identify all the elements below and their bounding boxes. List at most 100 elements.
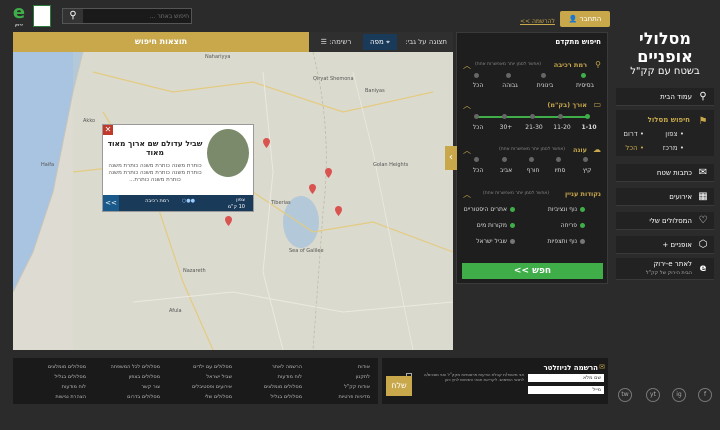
point-israel-trail[interactable]: שביל ישראל (476, 238, 515, 245)
popup-more-button[interactable]: >> (103, 195, 119, 211)
footer-link[interactable]: מדיניות פרטיות (338, 394, 370, 400)
menu-favorites[interactable]: ♡ המסלולים שלי (616, 212, 714, 230)
difficulty-high[interactable] (506, 73, 511, 78)
length-all[interactable] (474, 114, 479, 119)
footer-link[interactable]: צור קשר (141, 384, 160, 390)
length-header[interactable]: ▭ אורך (בק"מ) ︿ (463, 100, 601, 111)
trip-search-title: חיפוש מסלול (647, 116, 690, 124)
length-21-30[interactable] (530, 114, 535, 119)
footer-link[interactable]: לוח מודעות (278, 374, 302, 380)
register-link[interactable]: להרשמה >> (520, 18, 555, 25)
region-all[interactable]: • הכל (625, 144, 644, 152)
footer-link[interactable]: אודות (358, 364, 370, 370)
region-south[interactable]: • דרום (623, 130, 644, 138)
chevron-up-icon[interactable]: ︿ (463, 100, 471, 111)
footer-link[interactable]: מסלולים בגליל (55, 374, 86, 380)
menu-home[interactable]: ⚲ עמוד הבית (616, 88, 714, 106)
map-label-baniyas: Baniyas (365, 88, 385, 94)
popup-length: 10 ק"מ (227, 204, 245, 210)
instagram-icon[interactable]: ig (672, 388, 686, 402)
newsletter-email-input[interactable]: מייל (528, 386, 604, 394)
footer-link[interactable]: מסלולים מומלצים (48, 364, 86, 370)
newsletter-name-input[interactable]: שם מלא (528, 374, 604, 382)
difficulty-basic[interactable] (581, 73, 586, 78)
footer-link[interactable]: הצהרת נגישות (55, 394, 86, 400)
footer-link[interactable]: אירועים ופסטיבלים (192, 384, 232, 390)
footer-link[interactable]: הרשמה לאתר (272, 364, 302, 370)
close-icon[interactable]: ✕ (103, 125, 113, 135)
menu-trip-search[interactable]: ⚑ חיפוש מסלול • צפון • דרום • מרכז • הכל (616, 110, 714, 156)
footer-link[interactable]: שביל ישראל (206, 374, 232, 380)
tab-map[interactable]: ⌖ מפה (363, 34, 397, 50)
season-autumn[interactable] (556, 157, 561, 162)
chevron-right-icon[interactable]: › (445, 146, 457, 170)
newsletter-send-button[interactable]: שלח (386, 376, 412, 396)
footer-link[interactable]: מסלולים עם ילדים (193, 364, 232, 370)
menu-green-site[interactable]: e לאתר e-ירוק הבית הירוק של קק"ל (616, 258, 714, 280)
menu-bikes[interactable]: ⬡ אופניים + (616, 236, 714, 254)
season-winter-label: חורף (526, 167, 540, 174)
footer-link[interactable]: לתקנון (356, 374, 370, 380)
map-pin-icon[interactable] (309, 184, 316, 194)
footer-link[interactable]: מסלולים שלי (205, 394, 232, 400)
footer-link[interactable]: מסלולים בגליל (271, 394, 302, 400)
footer-link[interactable]: מסלולים בדרום (127, 394, 160, 400)
footer-link[interactable]: לוח מודעות (62, 384, 86, 390)
footer-link[interactable]: מסלולים לכל המשפחה (111, 364, 161, 370)
e-green-logo[interactable]: e ירוק (10, 4, 28, 28)
map-pin-icon[interactable] (225, 216, 232, 226)
region-center[interactable]: • מרכז (663, 144, 684, 152)
difficulty-medium[interactable] (541, 73, 546, 78)
season-summer-label: קיץ (582, 167, 592, 174)
map-label-tiberias: Tiberias (271, 200, 291, 206)
login-button[interactable]: התחבר 👤 (560, 11, 610, 27)
point-water[interactable]: מקורות מים (477, 222, 515, 229)
search-icon[interactable]: ⚲ (63, 9, 83, 23)
length-1-10[interactable] (585, 114, 590, 119)
points-header[interactable]: נקודות עניין (אפשר לסמן יותר מאפשרות אחת… (463, 190, 601, 200)
kkl-logo[interactable] (33, 5, 51, 27)
map-pin-icon[interactable] (263, 138, 270, 148)
footer-link[interactable]: מסלולים מומלצים (264, 384, 302, 390)
trip-photo[interactable] (207, 129, 249, 177)
length-all-label: הכל (472, 124, 484, 131)
length-11-20[interactable] (558, 114, 563, 119)
point-historic[interactable]: אתרים היסטוריים (464, 206, 515, 213)
season-all[interactable] (474, 157, 479, 162)
popup-title[interactable]: שביל עדולם שם ארוך מאוד מאוד (105, 139, 205, 157)
tab-list[interactable]: רשימה: ☰ (311, 34, 361, 50)
search-input[interactable] (85, 9, 189, 23)
map-label-sea-of-galilee: Sea of Galilee (289, 248, 324, 254)
youtube-icon[interactable]: yt (646, 388, 660, 402)
season-winter[interactable] (529, 157, 534, 162)
season-summer[interactable] (583, 157, 588, 162)
menu-writers[interactable]: ✉ כתבות שטח (616, 164, 714, 182)
region-north[interactable]: • צפון (665, 130, 684, 138)
footer-link[interactable]: אודות קק"ל (344, 384, 370, 390)
chevron-up-icon[interactable]: ︿ (463, 145, 471, 156)
search-submit-button[interactable]: חפש >> (462, 263, 603, 279)
difficulty-all[interactable] (474, 73, 479, 78)
length-30-plus[interactable] (502, 114, 507, 119)
map-label-nahariyya: Nahariyya (205, 54, 231, 60)
footer-link[interactable]: מסלולים בצפון (129, 374, 160, 380)
map-pin-icon[interactable] (335, 206, 342, 216)
difficulty-high-label: גבוהה (502, 82, 518, 89)
map-pin-icon[interactable] (325, 168, 332, 178)
facebook-icon[interactable]: f (698, 388, 712, 402)
chevron-up-icon[interactable]: ︿ (463, 189, 471, 200)
twitter-icon[interactable]: tw (618, 388, 632, 402)
point-lookouts[interactable]: נוף ותצפיות (547, 238, 585, 245)
season-header[interactable]: ☁ עונה (אפשר לסמן יותר מאפשרות אחת) ︿ (463, 145, 601, 156)
difficulty-basic-label: בסיסית (576, 82, 594, 89)
site-logo[interactable]: מסלולי אופניים בשטח עם קק"ל (616, 6, 714, 78)
point-bloom[interactable]: פריחה (561, 222, 585, 229)
season-spring[interactable] (502, 157, 507, 162)
point-views[interactable]: נוף ונציביות (548, 206, 585, 213)
popup-region: צפון (236, 197, 245, 203)
chevron-up-icon[interactable]: ︿ (463, 60, 471, 71)
e-icon: e (699, 263, 707, 274)
menu-events[interactable]: ▦ אירועים (616, 188, 714, 206)
map-label-nazareth: Nazareth (183, 268, 206, 274)
difficulty-header[interactable]: ⚲ רמת רכיבה (אפשר לסמן יותר מאפשרות אחת)… (463, 60, 601, 71)
